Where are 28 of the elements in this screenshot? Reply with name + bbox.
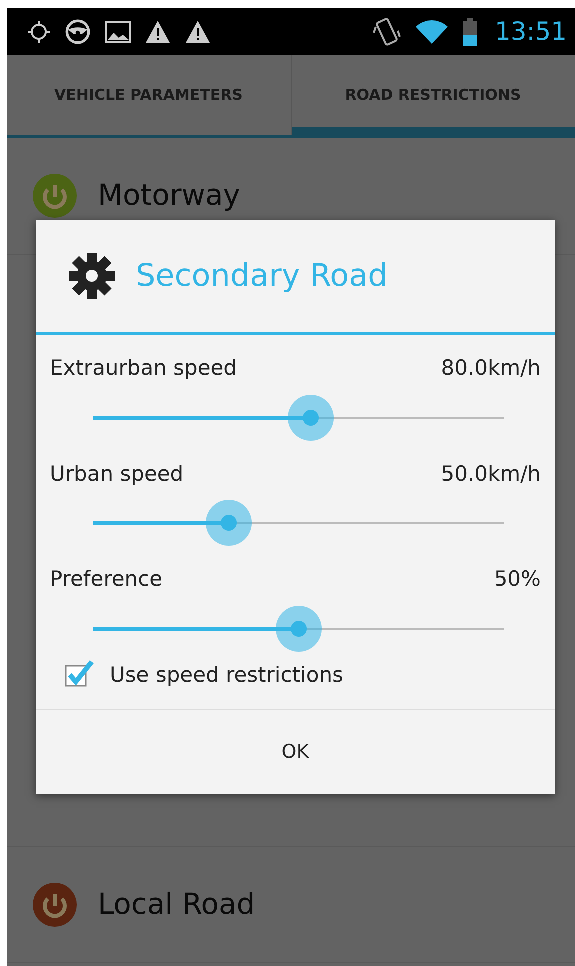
- slider-label: Urban speed: [50, 460, 184, 488]
- battery-icon: [462, 18, 477, 46]
- road-name: Motorway: [98, 177, 240, 214]
- steering-wheel-icon: [65, 18, 91, 44]
- checkbox-label: Use speed restrictions: [110, 662, 344, 688]
- settings-icon: [68, 252, 116, 300]
- clock-time: 13:51: [494, 16, 567, 48]
- slider[interactable]: [93, 606, 504, 652]
- power-icon: [32, 882, 78, 928]
- gps-icon: [27, 20, 51, 44]
- power-icon: [32, 173, 78, 219]
- ok-button[interactable]: OK: [36, 710, 555, 794]
- slider-value: 80.0km/h: [441, 355, 541, 382]
- slider[interactable]: [93, 394, 504, 440]
- slider-label: Extraurban speed: [50, 355, 238, 382]
- slider-label: Preference: [50, 566, 163, 593]
- wifi-icon: [414, 18, 449, 44]
- slider-value: 50%: [494, 566, 541, 593]
- dialog-title: Secondary Road: [136, 256, 388, 296]
- tab[interactable]: ROAD RESTRICTIONS: [290, 55, 575, 135]
- vibrate-icon: [372, 16, 401, 46]
- tab[interactable]: VEHICLE PARAMETERS: [7, 55, 290, 135]
- warning-icon: [185, 20, 211, 44]
- warning-icon: [145, 20, 171, 44]
- road-name: Local Road: [98, 886, 256, 923]
- image-icon: [105, 20, 131, 44]
- slider-value: 50.0km/h: [441, 460, 541, 488]
- slider[interactable]: [93, 500, 504, 546]
